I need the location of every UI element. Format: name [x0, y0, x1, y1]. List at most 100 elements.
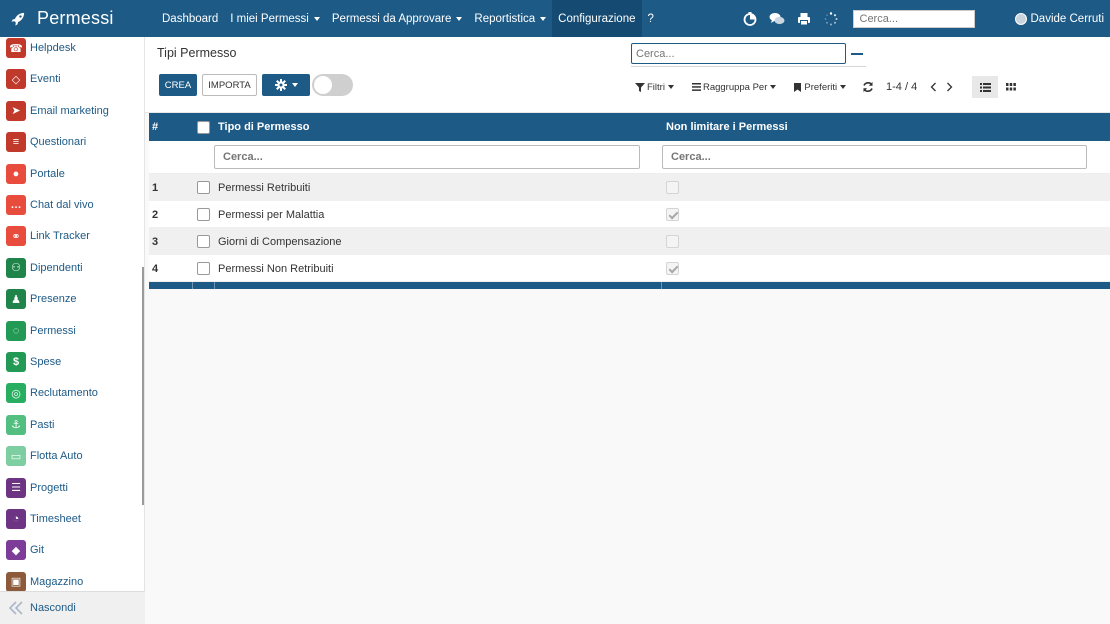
- leave-types-table: # Tipo di Permesso Non limitare i Permes…: [149, 113, 1110, 289]
- list-view-icon: [979, 82, 991, 92]
- app-brand[interactable]: Permessi: [0, 0, 145, 37]
- sidebar-item-label: Permessi: [30, 324, 76, 337]
- select-all-checkbox[interactable]: [197, 120, 210, 134]
- row-select[interactable]: [197, 201, 210, 228]
- sidebar-item-helpdesk[interactable]: ☎ Helpdesk: [6, 37, 76, 59]
- toggle-knob: [314, 76, 332, 94]
- sidebar-item-pasti[interactable]: ⚓ Pasti: [6, 414, 54, 436]
- group-by-dropdown[interactable]: Raggruppa Per: [691, 82, 777, 93]
- user-menu[interactable]: Davide Cerruti: [1014, 12, 1105, 25]
- view-switcher: [972, 76, 1024, 98]
- menu-leaves-to-approve[interactable]: Permessi da Approvare: [326, 0, 469, 37]
- sidebar-item-spese[interactable]: $ Spese: [6, 351, 61, 373]
- sidebar-item-permessi[interactable]: ◌ Permessi: [6, 320, 76, 342]
- sidebar-item-flotta-auto[interactable]: ▭ Flotta Auto: [6, 445, 83, 467]
- sidebar-item-dipendenti[interactable]: ⚇ Dipendenti: [6, 257, 83, 279]
- sidebar-item-presenze[interactable]: ♟ Presenze: [6, 288, 76, 310]
- search-options: Filtri Raggruppa Per Preferiti: [635, 80, 864, 94]
- systray: Davide Cerruti: [741, 0, 1110, 37]
- sidebar-item-git[interactable]: ◆ Git: [6, 539, 44, 561]
- user-name: Davide Cerruti: [1030, 12, 1105, 25]
- discuss-icon[interactable]: [768, 10, 786, 28]
- unlimited-checkbox: [666, 181, 679, 194]
- menu-dashboard[interactable]: Dashboard: [156, 0, 224, 37]
- sidebar-scrollbar[interactable]: [142, 267, 144, 505]
- unlimited-cell: [666, 174, 679, 201]
- print-icon[interactable]: [795, 10, 813, 28]
- pager: 1-4 / 4: [862, 78, 957, 96]
- favorites-dropdown[interactable]: Preferiti: [794, 82, 847, 93]
- recruitment-icon: ◎: [6, 383, 26, 404]
- sidebar-item-label: Git: [30, 544, 45, 557]
- projects-icon: ☰: [6, 477, 26, 498]
- search-input[interactable]: [631, 43, 846, 64]
- sidebar-hide-button[interactable]: Nascondi: [0, 591, 145, 624]
- menu-my-leaves[interactable]: I miei Permessi: [224, 0, 326, 37]
- main-menu: Dashboard I miei Permessi Permessi da Ap…: [156, 0, 660, 37]
- pager-previous-button[interactable]: [925, 82, 941, 92]
- sidebar-item-label: Questionari: [30, 136, 87, 149]
- import-button[interactable]: IMPORTA: [202, 74, 257, 96]
- filter-icon: [635, 82, 645, 92]
- chevron-left-icon: [930, 82, 936, 92]
- sidebar-item-label: Helpdesk: [30, 42, 76, 54]
- unlimited-filter-input[interactable]: [662, 145, 1087, 169]
- unlimited-cell: [666, 255, 679, 282]
- row-select-checkbox[interactable]: [197, 262, 210, 275]
- leave-type-filter-input[interactable]: [214, 145, 640, 169]
- caret-down-icon: [540, 16, 547, 21]
- header-select-all[interactable]: [197, 113, 210, 141]
- sidebar-item-label: Timesheet: [30, 513, 81, 525]
- apps-sidebar: ☎ Helpdesk ◇ Eventi ➤ Email marketing ≡ Questio…: [0, 37, 145, 624]
- page-title: Tipi Permesso: [157, 46, 237, 60]
- sidebar-item-link-tracker[interactable]: ⚭ Link Tracker: [6, 225, 90, 247]
- sidebar-item-magazzino[interactable]: ▣ Magazzino: [6, 571, 83, 591]
- row-select[interactable]: [197, 255, 210, 282]
- sidebar-item-label: Flotta Auto: [30, 450, 83, 463]
- attendance-icon: ♟: [6, 289, 26, 310]
- pager-value[interactable]: 1-4 / 4: [886, 81, 917, 93]
- table-row[interactable]: 3 Giorni di Compensazione: [149, 228, 1110, 255]
- sidebar-item-eventi[interactable]: ◇ Eventi: [6, 68, 61, 90]
- menu-configuration[interactable]: Configurazione: [552, 0, 642, 37]
- row-select[interactable]: [197, 174, 210, 201]
- table-row[interactable]: 1 Permessi Retribuiti: [149, 174, 1110, 201]
- link-tracker-icon: ⚭: [6, 226, 26, 247]
- menu-help[interactable]: ?: [642, 0, 660, 37]
- header-unlimited[interactable]: Non limitare i Permessi: [666, 113, 788, 141]
- menu-reporting[interactable]: Reportistica: [468, 0, 552, 37]
- kanban-view-button[interactable]: [998, 76, 1024, 98]
- sidebar-item-portale[interactable]: ● Portale: [6, 163, 65, 185]
- loading-spinner-icon: [822, 10, 840, 28]
- column-divider: [661, 282, 662, 289]
- toggle-switch[interactable]: [312, 74, 353, 96]
- sidebar-item-chat-dal-vivo[interactable]: … Chat dal vivo: [6, 194, 94, 216]
- row-select[interactable]: [197, 228, 210, 255]
- sidebar-item-email-marketing[interactable]: ➤ Email marketing: [6, 100, 109, 122]
- rocket-icon: [11, 12, 25, 26]
- search-underline: [631, 66, 866, 67]
- row-select-checkbox[interactable]: [197, 235, 210, 248]
- create-button[interactable]: CREA: [159, 74, 197, 96]
- refresh-icon[interactable]: [862, 81, 874, 93]
- table-row[interactable]: 4 Permessi Non Retribuiti: [149, 255, 1110, 282]
- unlimited-checkbox: [666, 235, 679, 248]
- activity-timer-icon[interactable]: [741, 10, 759, 28]
- action-gear-button[interactable]: [262, 74, 310, 96]
- sidebar-item-label: Pasti: [30, 418, 55, 431]
- list-view-button[interactable]: [972, 76, 998, 98]
- filters-dropdown[interactable]: Filtri: [635, 82, 674, 93]
- row-select-checkbox[interactable]: [197, 208, 210, 221]
- collapse-search-icon[interactable]: [851, 53, 863, 55]
- sidebar-item-reclutamento[interactable]: ◎ Reclutamento: [6, 382, 98, 404]
- leave-type-name: Permessi Retribuiti: [218, 181, 311, 194]
- table-row[interactable]: 2 Permessi per Malattia: [149, 201, 1110, 228]
- header-leave-type[interactable]: Tipo di Permesso: [218, 113, 310, 141]
- header-num: #: [152, 121, 159, 133]
- sidebar-item-questionari[interactable]: ≡ Questionari: [6, 131, 86, 153]
- sidebar-item-timesheet[interactable]: ◔ Timesheet: [6, 508, 81, 530]
- row-select-checkbox[interactable]: [197, 181, 210, 194]
- top-search-input[interactable]: [852, 9, 975, 28]
- sidebar-item-progetti[interactable]: ☰ Progetti: [6, 477, 68, 499]
- pager-next-button[interactable]: [941, 82, 957, 92]
